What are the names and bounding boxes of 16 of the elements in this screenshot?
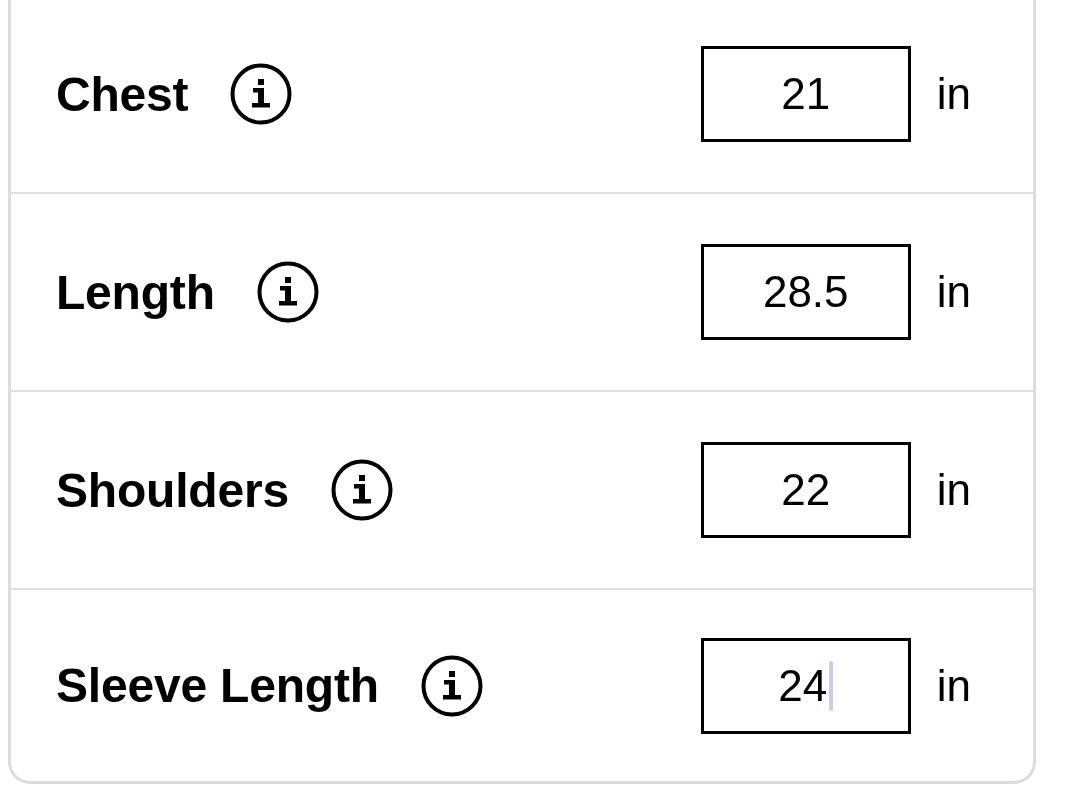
measurement-input-field[interactable]: 21: [700, 46, 911, 142]
info-icon[interactable]: [420, 654, 483, 717]
measurement-input-field[interactable]: 28.5: [700, 244, 911, 340]
info-icon[interactable]: [256, 261, 319, 323]
info-icon[interactable]: [330, 459, 393, 521]
measurement-input-field[interactable]: 24: [700, 637, 911, 734]
measurement-label: Shoulders: [56, 462, 289, 518]
measurement-label: Sleeve Length: [56, 658, 379, 713]
unit-label: in: [936, 660, 971, 711]
unit-label: in: [936, 69, 971, 119]
unit-label: in: [936, 465, 971, 515]
info-icon[interactable]: [230, 63, 293, 125]
measurement-label: Chest: [56, 66, 189, 122]
unit-label: in: [936, 267, 971, 317]
measurement-input-field[interactable]: 22: [700, 442, 911, 538]
measurement-label: Length: [56, 264, 215, 320]
